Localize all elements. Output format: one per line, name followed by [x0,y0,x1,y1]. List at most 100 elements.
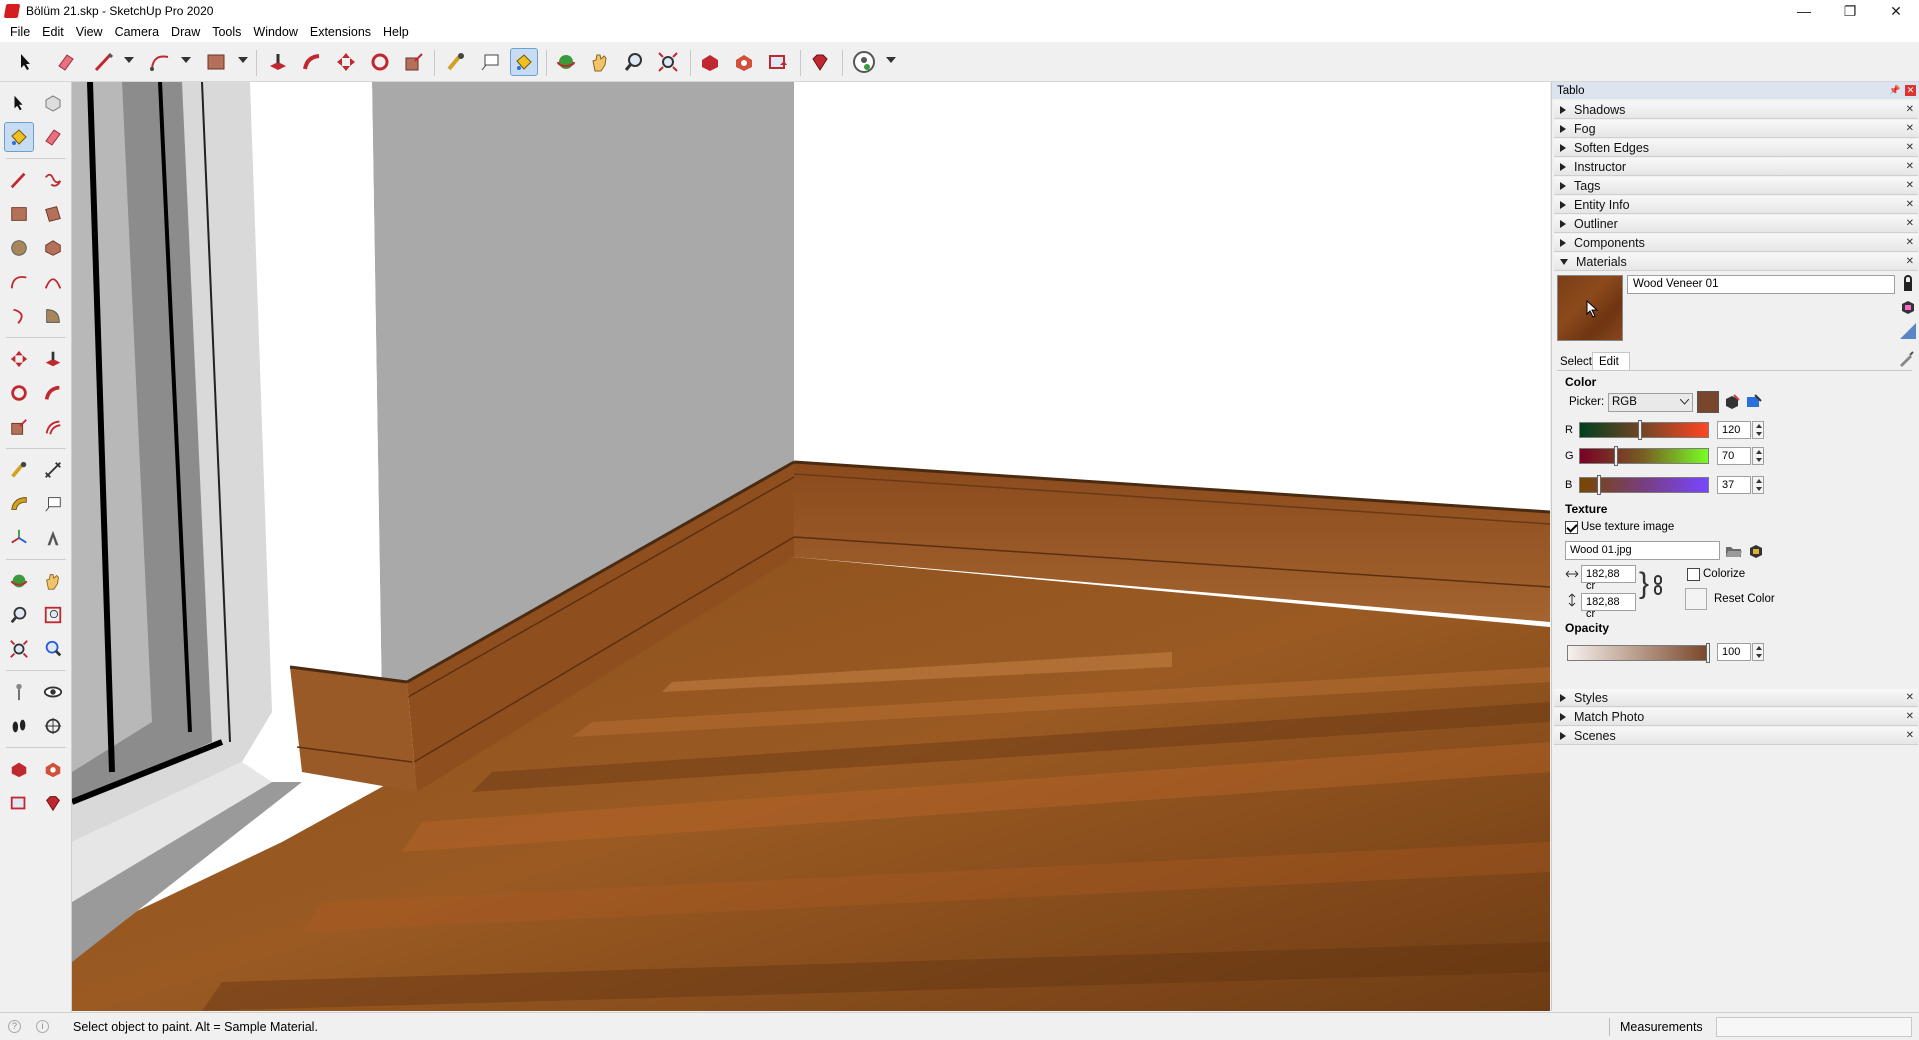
close-icon[interactable]: ✕ [1906,256,1914,267]
left-freehand-button[interactable] [38,165,68,195]
panel-fog[interactable]: Fog ✕ [1554,120,1918,138]
create-material-icon[interactable] [1899,298,1917,316]
picker-select[interactable]: RGB [1608,393,1693,412]
chain-link-icon[interactable] [1653,575,1663,595]
eraser-tool-button[interactable] [52,48,80,76]
menu-window[interactable]: Window [247,25,303,39]
close-icon[interactable]: ✕ [1906,180,1914,191]
left-send-to-layout-button[interactable] [4,788,34,818]
close-icon[interactable]: ✕ [1906,218,1914,229]
panel-match-photo[interactable]: Match Photo ✕ [1554,708,1918,726]
panel-tags[interactable]: Tags ✕ [1554,177,1918,195]
menu-edit[interactable]: Edit [36,25,70,39]
paint-bucket-tool-button[interactable] [510,48,538,76]
sample-paint-icon[interactable] [1897,350,1915,368]
left-push-pull-button[interactable] [38,344,68,374]
left-previous-view-button[interactable] [38,634,68,664]
panel-soften-edges[interactable]: Soften Edges ✕ [1554,139,1918,157]
left-two-point-arc-button[interactable] [38,267,68,297]
b-spinner[interactable] [1752,476,1764,494]
b-slider[interactable] [1579,475,1709,495]
orbit-tool-button[interactable] [552,48,580,76]
colorize-checkbox[interactable] [1687,568,1700,581]
close-icon[interactable]: ✕ [1906,711,1914,722]
close-icon[interactable]: ✕ [1906,237,1914,248]
pan-tool-button[interactable] [586,48,614,76]
left-extension-manager-button[interactable] [38,788,68,818]
left-look-around-button[interactable] [38,677,68,707]
left-three-point-arc-button[interactable] [4,301,34,331]
menu-help[interactable]: Help [377,25,415,39]
left-scale-button[interactable] [4,412,34,442]
rectangle-tool-button[interactable] [202,48,230,76]
text-tool-button[interactable] [476,48,504,76]
left-pie-button[interactable] [38,301,68,331]
tab-select[interactable]: Select [1560,356,1592,368]
left-follow-me-button[interactable] [38,378,68,408]
send-to-layout-button[interactable] [764,48,792,76]
match-color-on-screen-icon[interactable] [1745,393,1763,411]
tab-edit[interactable]: Edit [1592,352,1630,370]
menu-extensions[interactable]: Extensions [304,25,377,39]
menu-camera[interactable]: Camera [109,25,165,39]
browse-folder-icon[interactable] [1725,542,1743,560]
left-tape-measure-button[interactable] [4,455,34,485]
left-circle-button[interactable] [4,233,34,263]
menu-view[interactable]: View [70,25,109,39]
info-icon[interactable]: i [36,1020,49,1033]
left-walk-button[interactable] [4,711,34,741]
left-3d-text-button[interactable] [38,523,68,553]
line-tool-button[interactable] [90,48,118,76]
texture-width-field[interactable]: 182,88 cr [1581,565,1636,592]
rotate-tool-button[interactable] [366,48,394,76]
left-line-button[interactable] [4,165,34,195]
left-orbit-button[interactable] [4,566,34,596]
left-polygon-button[interactable] [38,233,68,263]
g-value-field[interactable]: 70 [1717,447,1751,465]
panel-outliner[interactable]: Outliner ✕ [1554,215,1918,233]
edit-texture-icon[interactable] [1747,542,1765,560]
left-position-camera-button[interactable] [4,677,34,707]
profile-dropdown-caret[interactable] [886,57,896,63]
r-slider-thumb[interactable] [1638,420,1642,440]
geo-location-icon[interactable]: ? [8,1020,21,1033]
opacity-spinner[interactable] [1752,643,1764,661]
close-icon[interactable]: ✕ [1906,730,1914,741]
left-protractor-button[interactable] [4,489,34,519]
menu-tools[interactable]: Tools [206,25,247,39]
arc-tool-button[interactable] [146,48,174,76]
model-viewport[interactable] [72,82,1550,1011]
menu-draw[interactable]: Draw [165,25,206,39]
match-color-of-object-icon[interactable] [1723,393,1741,411]
close-icon[interactable]: ✕ [1906,199,1914,210]
left-rotated-rectangle-button[interactable] [38,199,68,229]
close-icon[interactable]: ✕ [1906,692,1914,703]
left-rotate-button[interactable] [4,378,34,408]
shape-dropdown-caret[interactable] [238,57,248,63]
line-dropdown-caret[interactable] [124,57,134,63]
close-icon[interactable]: ✕ [1906,104,1914,115]
left-arc-button[interactable] [4,267,34,297]
left-eraser-button[interactable] [38,122,68,152]
left-3d-warehouse-button[interactable] [4,754,34,784]
opacity-value-field[interactable]: 100 [1717,643,1751,661]
scale-tool-button[interactable] [400,48,428,76]
left-text-button[interactable] [38,489,68,519]
left-dimension-button[interactable] [38,455,68,485]
left-zoom-button[interactable] [4,600,34,630]
maximize-button[interactable]: ❐ [1827,0,1873,22]
extension-manager-button[interactable] [806,48,834,76]
g-slider[interactable] [1579,446,1709,466]
opacity-slider[interactable] [1567,643,1710,663]
menu-file[interactable]: File [4,25,36,39]
left-offset-button[interactable] [38,412,68,442]
panel-shadows[interactable]: Shadows ✕ [1554,101,1918,119]
left-paint-bucket-button[interactable] [4,122,34,152]
panel-materials[interactable]: Materials ✕ [1554,253,1918,271]
panel-components[interactable]: Components ✕ [1554,234,1918,252]
push-pull-tool-button[interactable] [264,48,292,76]
left-rectangle-button[interactable] [4,199,34,229]
left-pan-button[interactable] [38,566,68,596]
left-extension-warehouse-button[interactable] [38,754,68,784]
texture-height-field[interactable]: 182,88 cr [1581,593,1636,620]
